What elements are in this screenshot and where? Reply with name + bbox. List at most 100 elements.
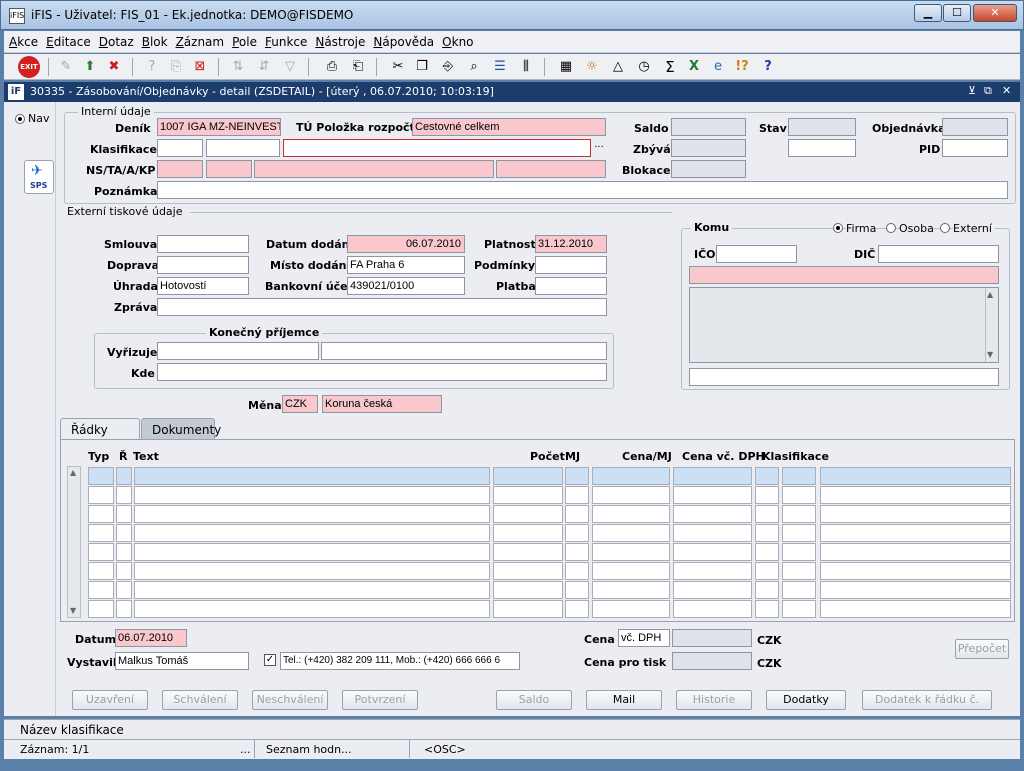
table-cell[interactable] xyxy=(134,562,490,580)
table-scrollbar[interactable]: ▲ ▼ xyxy=(67,466,81,618)
table-cell[interactable] xyxy=(592,505,670,523)
table-cell[interactable] xyxy=(755,600,779,618)
komu-firma-radio[interactable] xyxy=(833,223,843,233)
table-cell[interactable] xyxy=(88,562,114,580)
table-cell[interactable] xyxy=(782,600,816,618)
podminky-field[interactable] xyxy=(535,256,607,274)
table-cell[interactable] xyxy=(493,505,563,523)
polozka-field[interactable]: Cestovné celkem xyxy=(412,118,606,136)
save-icon[interactable]: ✎ xyxy=(56,57,76,77)
table-cell[interactable] xyxy=(134,581,490,599)
menu-editace[interactable]: Editace xyxy=(41,31,94,49)
komu-externi-radio[interactable] xyxy=(940,223,950,233)
paste-icon[interactable]: ⎆ xyxy=(438,57,458,77)
table-cell[interactable] xyxy=(565,562,589,580)
smlouva-field[interactable] xyxy=(157,235,249,253)
table-cell[interactable] xyxy=(88,600,114,618)
table-cell[interactable] xyxy=(592,524,670,542)
table-cell[interactable] xyxy=(673,486,752,504)
table-cell[interactable] xyxy=(134,524,490,542)
ta-field[interactable] xyxy=(206,160,252,178)
objednavka-field[interactable] xyxy=(942,118,1008,136)
table-cell[interactable] xyxy=(565,543,589,561)
table-cell[interactable] xyxy=(88,543,114,561)
filter-icon[interactable]: ▽ xyxy=(280,57,300,77)
menu-dotaz[interactable]: Dotaz xyxy=(94,31,137,49)
table-cell[interactable] xyxy=(116,562,132,580)
minimize-button[interactable]: ▁ xyxy=(914,4,942,22)
datum-dodani-field[interactable]: 06.07.2010 xyxy=(347,235,465,253)
zbyva-field[interactable] xyxy=(671,139,746,157)
table-cell[interactable] xyxy=(820,562,1011,580)
komu-name-field[interactable] xyxy=(689,266,999,284)
menu-funkce[interactable]: Funkce xyxy=(260,31,310,49)
close-button[interactable]: ✕ xyxy=(973,4,1017,22)
historie-button[interactable]: Historie xyxy=(676,690,752,710)
klasifikace-lookup-button[interactable]: ... xyxy=(592,139,606,157)
saldo-field[interactable] xyxy=(671,118,746,136)
table-cell[interactable] xyxy=(493,562,563,580)
blokace-field[interactable] xyxy=(671,160,746,178)
print-setup-icon[interactable]: ⎗ xyxy=(348,57,368,77)
table-cell[interactable] xyxy=(755,486,779,504)
mena-name-field[interactable]: Koruna česká xyxy=(322,395,442,413)
query-icon[interactable]: ? xyxy=(142,57,162,77)
table-cell[interactable] xyxy=(134,600,490,618)
table-cell[interactable] xyxy=(116,524,132,542)
menu-pole[interactable]: Pole xyxy=(227,31,260,49)
table-cell[interactable] xyxy=(820,505,1011,523)
sun-icon[interactable]: ☼ xyxy=(582,57,602,77)
klasifikace-field-1[interactable] xyxy=(157,139,203,157)
table-cell[interactable] xyxy=(565,467,589,485)
exit-button[interactable]: EXIT xyxy=(18,56,40,78)
table-cell[interactable] xyxy=(493,467,563,485)
table-cell[interactable] xyxy=(592,486,670,504)
table-cell[interactable] xyxy=(565,486,589,504)
table-cell[interactable] xyxy=(782,505,816,523)
help-mark-icon[interactable]: !? xyxy=(732,57,752,77)
print-icon[interactable]: ⎙ xyxy=(322,57,342,77)
table-cell[interactable] xyxy=(88,486,114,504)
prepocet-button[interactable]: Přepočet xyxy=(955,639,1009,659)
komu-extra-field[interactable] xyxy=(689,368,999,386)
scroll-up-icon[interactable]: ▲ xyxy=(987,290,993,299)
table-cell[interactable] xyxy=(820,467,1011,485)
dodatek-radek-button[interactable]: Dodatek k řádku č. xyxy=(862,690,992,710)
table-cell[interactable] xyxy=(134,505,490,523)
sps-button[interactable]: ✈ SPS xyxy=(24,160,54,194)
doprava-field[interactable] xyxy=(157,256,249,274)
table-cell[interactable] xyxy=(493,524,563,542)
zprava-field[interactable] xyxy=(157,298,607,316)
menu-zaznam[interactable]: Záznam xyxy=(171,31,228,49)
browser-icon[interactable]: e xyxy=(708,57,728,77)
table-cell[interactable] xyxy=(820,543,1011,561)
address-scrollbar[interactable]: ▲ ▼ xyxy=(985,288,998,362)
table-cell[interactable] xyxy=(673,562,752,580)
excel-icon[interactable]: X xyxy=(684,57,704,77)
table-cell[interactable] xyxy=(673,600,752,618)
table-cell[interactable] xyxy=(820,486,1011,504)
table-cell[interactable] xyxy=(493,600,563,618)
table-cell[interactable] xyxy=(755,467,779,485)
table-cell[interactable] xyxy=(493,543,563,561)
cena-tisk-field[interactable] xyxy=(672,652,752,670)
table-scroll-up-icon[interactable]: ▲ xyxy=(70,468,76,477)
uhrada-field[interactable]: Hotovostí xyxy=(157,277,249,295)
sort-asc-icon[interactable]: ⇅ xyxy=(228,57,248,77)
stav-field[interactable] xyxy=(788,118,856,136)
schvaleni-button[interactable]: Schválení xyxy=(162,690,238,710)
saldo-button[interactable]: Saldo xyxy=(496,690,572,710)
table-cell[interactable] xyxy=(592,467,670,485)
find-icon[interactable]: ⌕ xyxy=(464,57,484,77)
sort-desc-icon[interactable]: ⇵ xyxy=(254,57,274,77)
table-cell[interactable] xyxy=(820,600,1011,618)
table-cell[interactable] xyxy=(782,486,816,504)
kontakt-field[interactable]: Tel.: (+420) 382 209 111, Mob.: (+420) 6… xyxy=(280,652,520,670)
execute-query-icon[interactable]: ⎘ xyxy=(166,57,186,77)
cena-type-field[interactable]: vč. DPH xyxy=(618,629,670,647)
table-cell[interactable] xyxy=(88,467,114,485)
table-cell[interactable] xyxy=(820,524,1011,542)
kontakt-checkbox[interactable]: ✓ xyxy=(264,654,276,666)
table-cell[interactable] xyxy=(116,467,132,485)
mail-button[interactable]: Mail xyxy=(586,690,662,710)
